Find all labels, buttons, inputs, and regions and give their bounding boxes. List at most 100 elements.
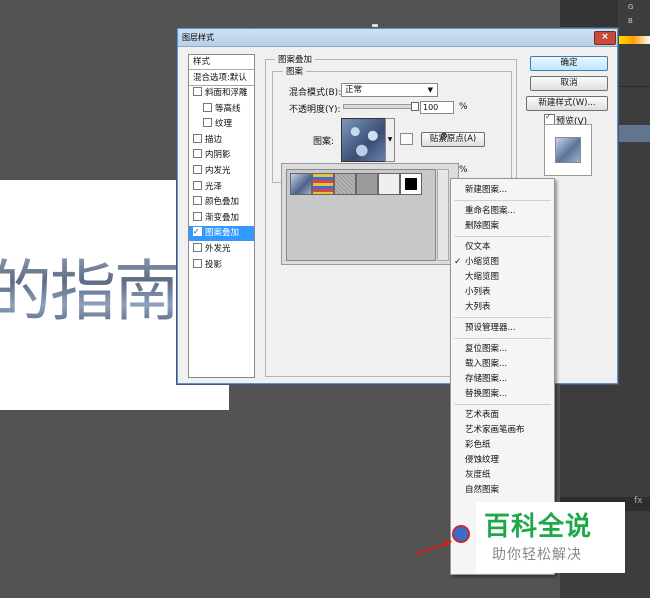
- style-checkbox[interactable]: [193, 87, 202, 96]
- style-preview: [544, 124, 592, 176]
- menu-item[interactable]: 载入图案...: [451, 357, 554, 372]
- menu-item-label: 彩色纸: [465, 440, 491, 450]
- style-item[interactable]: 斜面和浮雕: [189, 86, 254, 101]
- style-checkbox[interactable]: [193, 180, 202, 190]
- style-item-label: 投影: [205, 259, 223, 270]
- checkmark-icon: ✓: [454, 257, 462, 267]
- style-item[interactable]: 投影: [189, 258, 254, 273]
- style-checkbox[interactable]: [193, 196, 202, 206]
- style-checkbox[interactable]: [203, 102, 212, 112]
- menu-item[interactable]: 替换图案...: [451, 387, 554, 402]
- menu-item-label: 小列表: [465, 287, 491, 297]
- channel-g-label: G: [628, 3, 634, 11]
- pattern-swatch-gray-texture[interactable]: [334, 173, 356, 195]
- style-checkbox[interactable]: [193, 211, 202, 221]
- style-item[interactable]: 内发光: [189, 164, 254, 179]
- menu-item-label: 复位图案...: [465, 344, 508, 354]
- style-item-label: 光泽: [205, 181, 223, 192]
- style-item[interactable]: 颜色叠加: [189, 195, 254, 210]
- style-item-label: 描边: [205, 134, 223, 145]
- menu-item-label: 新建图案...: [465, 185, 508, 195]
- style-item[interactable]: 纹理: [189, 117, 254, 132]
- watermark: 百科全说 助你轻松解决: [476, 502, 625, 573]
- style-item[interactable]: 内阴影: [189, 148, 254, 163]
- gear-icon[interactable]: ⚙: [440, 132, 448, 142]
- style-checkbox[interactable]: [193, 133, 202, 143]
- dialog-titlebar[interactable]: 图层样式 ×: [178, 29, 617, 47]
- styles-header[interactable]: 样式: [189, 55, 254, 70]
- menu-item[interactable]: 大列表: [451, 300, 554, 315]
- pattern-dropdown-arrow[interactable]: ▼: [385, 118, 395, 162]
- color-ramp[interactable]: [617, 36, 650, 44]
- fx-icon[interactable]: fx: [634, 496, 643, 506]
- snap-origin-button[interactable]: 贴紧原点(A): [421, 132, 485, 147]
- menu-item[interactable]: 自然图案: [451, 483, 554, 498]
- menu-item-label: 重命名图案...: [465, 206, 516, 216]
- menu-separator: [454, 200, 551, 201]
- menu-item[interactable]: 仅文本: [451, 240, 554, 255]
- menu-item[interactable]: 存储图案...: [451, 372, 554, 387]
- menu-item[interactable]: 复位图案...: [451, 342, 554, 357]
- pattern-swatch-white[interactable]: [378, 173, 400, 195]
- cancel-button[interactable]: 取消: [530, 76, 608, 91]
- menu-item[interactable]: 重命名图案...: [451, 204, 554, 219]
- pattern-grid-scrollbar[interactable]: [437, 169, 449, 261]
- menu-item[interactable]: 侵蚀纹理: [451, 453, 554, 468]
- menu-separator: [454, 236, 551, 237]
- menu-item-label: 侵蚀纹理: [465, 455, 500, 465]
- chevron-down-icon: ▼: [427, 86, 433, 94]
- menu-item[interactable]: 彩色纸: [451, 438, 554, 453]
- blend-options-item[interactable]: 混合选项:默认: [189, 71, 254, 86]
- menu-item[interactable]: 新建图案...: [451, 183, 554, 198]
- channel-b-label: B: [628, 17, 633, 25]
- style-checkbox[interactable]: [193, 165, 202, 174]
- style-item-label: 图案叠加: [205, 228, 240, 239]
- new-style-button[interactable]: 新建样式(W)...: [526, 96, 608, 111]
- style-checkbox[interactable]: [193, 149, 202, 159]
- menu-item[interactable]: ✓ 小缩览图: [451, 255, 554, 270]
- opacity-slider[interactable]: [343, 102, 419, 111]
- menu-item[interactable]: 删除图案: [451, 219, 554, 234]
- opacity-slider-handle[interactable]: [411, 102, 419, 111]
- style-item[interactable]: 渐变叠加: [189, 211, 254, 226]
- menu-item[interactable]: 小列表: [451, 285, 554, 300]
- section-title: 图案叠加: [275, 53, 316, 65]
- pattern-swatch-black-square[interactable]: [400, 173, 422, 195]
- style-checkbox[interactable]: [193, 243, 202, 252]
- style-item[interactable]: 外发光: [189, 242, 254, 257]
- ok-button[interactable]: 确定: [530, 56, 608, 71]
- style-checkbox[interactable]: [193, 226, 202, 239]
- pattern-swatch-bubbles[interactable]: [290, 173, 312, 195]
- canvas-text: 的指南: [0, 238, 180, 334]
- new-preset-icon[interactable]: [400, 133, 413, 145]
- opacity-input[interactable]: 100: [420, 101, 454, 114]
- subsection-title: 图案: [283, 65, 307, 77]
- menu-item-label: 艺术表面: [465, 410, 500, 420]
- pattern-swatch-colorful[interactable]: [312, 173, 334, 195]
- pattern-swatch-gray[interactable]: [356, 173, 378, 195]
- style-item[interactable]: 光泽: [189, 180, 254, 195]
- dialog-title: 图层样式: [182, 33, 214, 42]
- menu-item[interactable]: 艺术家画笔画布: [451, 423, 554, 438]
- menu-item-label: 自然图案: [465, 485, 500, 495]
- menu-item[interactable]: 艺术表面: [451, 408, 554, 423]
- menu-item[interactable]: 大缩览图: [451, 270, 554, 285]
- menu-item[interactable]: 灰度纸: [451, 468, 554, 483]
- style-item[interactable]: 等高线: [189, 102, 254, 117]
- pattern-thumbnail[interactable]: [341, 118, 387, 162]
- pattern-grid: [286, 169, 436, 261]
- close-button[interactable]: ×: [594, 31, 616, 45]
- style-checkbox[interactable]: [193, 258, 202, 268]
- menu-item-label: 预设管理器...: [465, 323, 516, 333]
- opacity-label: 不透明度(Y):: [289, 105, 341, 115]
- menu-item[interactable]: 预设管理器...: [451, 321, 554, 336]
- style-item[interactable]: 描边: [189, 133, 254, 148]
- pattern-picker: ⚙: [281, 132, 459, 265]
- menu-item-label: 替换图案...: [465, 389, 508, 399]
- style-item-label: 纹理: [215, 119, 233, 130]
- style-item[interactable]: 图案叠加: [189, 226, 254, 242]
- style-checkbox[interactable]: [203, 118, 212, 128]
- blend-mode-select[interactable]: 正常 ▼: [341, 83, 438, 97]
- style-item-label: 颜色叠加: [205, 197, 240, 208]
- styles-list: 样式 混合选项:默认 斜面和浮雕等高线纹理描边内阴影内发光光泽颜色叠加渐变叠加图…: [188, 54, 255, 378]
